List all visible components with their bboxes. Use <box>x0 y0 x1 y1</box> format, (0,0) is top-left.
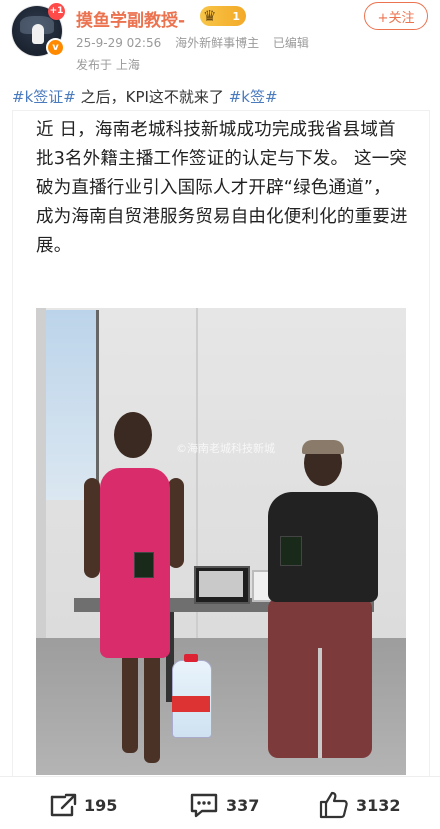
action-divider <box>0 776 440 777</box>
article-paragraph: 近 日，海南老城科技新城成功完成我省县域首批3名外籍主播工作签证的认定与下发。 … <box>36 120 408 256</box>
edited-label: 已编辑 <box>272 36 309 50</box>
comment-button[interactable]: 337 <box>188 782 259 828</box>
author-tag: 海外新鲜事博主 <box>175 36 260 50</box>
follow-button[interactable]: +关注 <box>364 2 428 30</box>
post-text: #k签证# 之后，KPI这不就来了 #k签# <box>12 86 278 107</box>
username[interactable]: 摸鱼学副教授- <box>76 6 185 31</box>
hashtag-link[interactable]: #k签证# <box>12 88 76 106</box>
photo-window <box>44 310 99 500</box>
repost-button[interactable]: 195 <box>48 782 117 828</box>
photo-watermark: ©海南老城科技新城 <box>176 442 275 455</box>
photo-person-left-arm <box>168 478 184 568</box>
hashtag-link[interactable]: #k签# <box>229 88 278 106</box>
vip-level: 1 <box>232 9 240 23</box>
post-body: 之后，KPI这不就来了 <box>80 88 224 106</box>
photo-person-left-leg <box>144 653 160 763</box>
avatar-figure <box>32 24 44 44</box>
photo-water-label <box>172 696 210 712</box>
post-meta: 25-9-29 02:56 海外新鲜事博主 已编辑 <box>76 34 319 51</box>
photo-passport <box>134 552 154 578</box>
post-timestamp: 25-9-29 02:56 <box>76 36 162 50</box>
crown-icon: ♛ <box>203 7 217 25</box>
notification-badge: +1 <box>48 3 65 20</box>
verified-icon: v <box>46 38 65 57</box>
repost-icon <box>48 791 78 819</box>
photo-passport <box>280 536 302 566</box>
photo-person-left-arm <box>84 478 100 578</box>
photo-person-left-head <box>114 412 152 458</box>
photo-laptop <box>194 566 250 604</box>
photo-water-cap <box>184 654 198 662</box>
post-location: 发布于 上海 <box>76 58 140 72</box>
photo-person-right-legs <box>318 648 322 758</box>
vip-badge[interactable]: ♛ 1 <box>200 6 246 26</box>
photo-person-right-headband <box>302 440 344 454</box>
like-count: 3132 <box>356 795 401 815</box>
comment-icon <box>188 791 220 819</box>
comment-count: 337 <box>226 795 260 815</box>
like-button[interactable]: 3132 <box>318 782 401 828</box>
repost-count: 195 <box>84 795 118 815</box>
post-image[interactable]: ©海南老城科技新城 <box>36 308 406 775</box>
thumbs-up-icon <box>318 790 350 820</box>
photo-person-left-leg <box>122 653 138 753</box>
photo-laptop-screen <box>199 571 243 597</box>
action-bar: 195 337 3132 <box>0 782 440 828</box>
